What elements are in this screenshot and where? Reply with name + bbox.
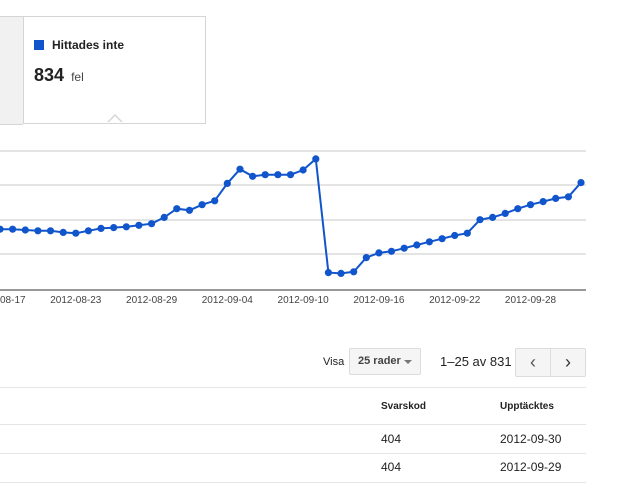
data-point[interactable] xyxy=(489,213,497,221)
table-row-divider xyxy=(0,453,586,454)
data-point[interactable] xyxy=(324,269,332,277)
data-point[interactable] xyxy=(97,224,105,232)
data-point[interactable] xyxy=(501,209,509,217)
data-point[interactable] xyxy=(577,179,585,187)
x-tick-label: 2012-09-04 xyxy=(202,295,254,306)
data-point[interactable] xyxy=(9,225,17,233)
series-swatch xyxy=(34,40,44,50)
row-1-detected-date: 2012-09-30 xyxy=(500,432,562,446)
x-tick-label: 2012-09-16 xyxy=(353,295,405,306)
data-point[interactable] xyxy=(425,238,433,246)
data-point[interactable] xyxy=(362,254,370,262)
table-header-divider xyxy=(0,424,586,425)
data-point[interactable] xyxy=(160,213,168,221)
row-1-response-code: 404 xyxy=(381,432,402,446)
pagination-range: 1–25 av 831 xyxy=(440,354,512,369)
data-point[interactable] xyxy=(34,227,42,235)
data-point[interactable] xyxy=(59,228,67,236)
data-point[interactable] xyxy=(539,198,547,206)
table-top-divider xyxy=(0,387,586,388)
data-point[interactable] xyxy=(451,231,459,240)
rows-per-page-select[interactable]: 25 rader xyxy=(349,348,421,375)
tooltip-series-label: Hittades inte xyxy=(52,38,125,52)
errors-line-chart[interactable]: 08-17 2012-08-23 2012-08-29 2012-09-04 2012-… xyxy=(0,140,619,315)
data-point[interactable] xyxy=(110,224,118,232)
chevron-left-icon: ‹ xyxy=(530,352,536,372)
x-axis-labels: 08-17 2012-08-23 2012-08-29 2012-09-04 2012-… xyxy=(0,295,557,306)
data-point[interactable] xyxy=(564,193,573,201)
data-point[interactable] xyxy=(0,225,4,233)
data-point[interactable] xyxy=(198,201,206,209)
x-tick-label: 2012-09-10 xyxy=(278,295,330,306)
x-tick-label: 2012-08-23 xyxy=(50,295,102,306)
data-point[interactable] xyxy=(72,229,80,237)
data-point[interactable] xyxy=(122,223,130,231)
x-tick-label: 2012-08-29 xyxy=(126,295,178,306)
data-point[interactable] xyxy=(261,171,269,179)
data-point[interactable] xyxy=(223,179,231,187)
data-point[interactable] xyxy=(476,216,484,224)
row-2-detected-date: 2012-09-29 xyxy=(500,460,562,474)
data-point[interactable] xyxy=(552,194,560,202)
data-point[interactable] xyxy=(46,227,55,235)
data-point[interactable] xyxy=(173,205,181,213)
rows-per-page-value: 25 rader xyxy=(358,355,401,367)
column-header-response-code[interactable]: Svarskod xyxy=(381,401,426,412)
data-point[interactable] xyxy=(211,197,219,205)
chevron-right-icon: › xyxy=(565,352,571,372)
data-point[interactable] xyxy=(438,235,446,243)
column-header-detected[interactable]: Upptäcktes xyxy=(500,401,554,412)
data-point[interactable] xyxy=(21,226,29,234)
x-tick-label: 2012-09-28 xyxy=(505,295,557,306)
data-point[interactable] xyxy=(463,229,471,237)
chart-tooltip: Hittades inte 834 fel xyxy=(23,16,206,124)
row-2-response-code: 404 xyxy=(381,460,402,474)
next-page-button[interactable]: › xyxy=(550,348,586,377)
x-tick-label: 08-17 xyxy=(0,295,26,306)
data-point[interactable] xyxy=(84,227,92,235)
data-point[interactable] xyxy=(337,269,345,277)
show-label: Visa xyxy=(323,356,345,368)
data-point[interactable] xyxy=(526,201,535,209)
tooltip-pointer-fill xyxy=(108,115,122,123)
data-point[interactable] xyxy=(249,172,257,180)
tooltip-count: 834 xyxy=(34,65,65,85)
data-point[interactable] xyxy=(400,244,408,252)
data-point[interactable] xyxy=(413,241,421,249)
data-point[interactable] xyxy=(274,171,282,179)
data-point[interactable] xyxy=(350,268,358,276)
tab-stub[interactable] xyxy=(0,16,23,125)
data-point[interactable] xyxy=(299,166,307,174)
previous-page-button[interactable]: ‹ xyxy=(515,348,551,377)
data-point[interactable] xyxy=(387,247,396,255)
data-point[interactable] xyxy=(236,165,244,173)
chart-grid xyxy=(0,150,586,291)
data-point[interactable] xyxy=(286,171,295,179)
data-point[interactable] xyxy=(514,205,522,213)
data-point[interactable] xyxy=(148,220,156,228)
data-point[interactable] xyxy=(375,249,383,257)
tooltip-value: 834 fel xyxy=(34,65,84,86)
dropdown-arrow-icon xyxy=(404,360,412,364)
data-point[interactable] xyxy=(185,206,194,214)
tooltip-unit: fel xyxy=(71,70,84,84)
data-point[interactable] xyxy=(135,221,143,229)
data-point[interactable] xyxy=(312,155,320,163)
x-tick-label: 2012-09-22 xyxy=(429,295,481,306)
